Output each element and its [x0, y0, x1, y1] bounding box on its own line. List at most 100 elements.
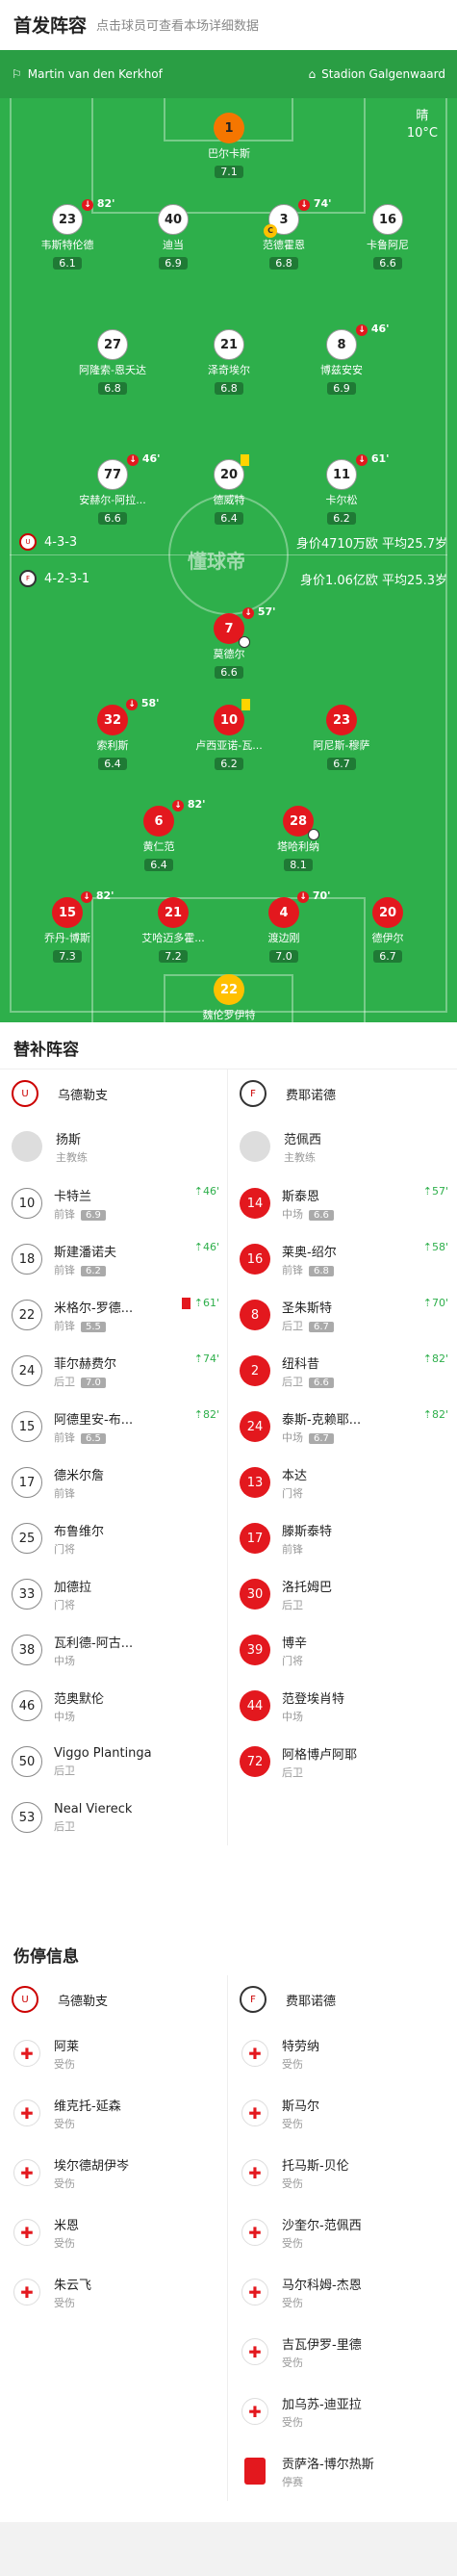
sub-player-row[interactable]: 33 加德拉 门将: [0, 1566, 227, 1622]
injury-row[interactable]: ✚ 埃尔德胡伊岑 受伤: [0, 2143, 227, 2202]
sub-player-row[interactable]: 24 菲尔赫费尔 后卫 7.0 ⇡74': [0, 1343, 227, 1399]
home-player[interactable]: 27 阿隆索-恩夭达 6.8: [69, 329, 156, 396]
sub-on-time: ⇡46': [193, 1241, 219, 1253]
player-rating: 6.9: [81, 1209, 106, 1221]
away-player[interactable]: 15 ↓ 82' 乔丹-博斯 7.3: [24, 889, 114, 964]
sub-player-row[interactable]: 18 斯建潘诺夫 前锋 6.2 ⇡46': [0, 1231, 227, 1287]
injury-row[interactable]: ✚ 马尔科姆-杰恩 受伤: [228, 2262, 456, 2322]
sub-player-row[interactable]: 14 斯泰恩 中场 6.6 ⇡57': [228, 1175, 456, 1231]
away-player[interactable]: 21 艾哈迈多霍... 7.2: [130, 897, 216, 964]
away-player[interactable]: 6 ↓ 82' 黄仁范 6.4: [115, 798, 206, 872]
sub-on-time: ⇡74': [193, 1352, 219, 1365]
injury-row[interactable]: ✚ 托马斯-贝伦 受伤: [228, 2143, 456, 2202]
away-coach-row[interactable]: 范佩西 主教练: [228, 1118, 456, 1175]
injury-status: 受伤: [54, 2117, 75, 2130]
home-team-value: 身价4710万欧 平均25.7岁: [295, 537, 447, 552]
player-number: 46: [12, 1690, 42, 1721]
sub-player-row[interactable]: 44 范登埃肖特 中场: [228, 1678, 456, 1734]
sub-player-row[interactable]: 2 纽科昔 后卫 6.6 ⇡82': [228, 1343, 456, 1399]
injury-status: 受伤: [54, 2057, 75, 2071]
home-player[interactable]: 20 德威特 6.4: [186, 454, 272, 526]
sub-player-row[interactable]: 46 范奥默伦 中场: [0, 1678, 227, 1734]
player-name: 沙奎尔-范佩西: [282, 2218, 362, 2233]
sub-player-row[interactable]: 17 滕斯泰特 前锋: [228, 1510, 456, 1566]
away-player[interactable]: 10 卢西亚诺-瓦... 6.2: [186, 699, 272, 771]
sub-player-row[interactable]: 72 阿格博卢阿耶 后卫: [228, 1734, 456, 1790]
away-player[interactable]: 7 ↓ 57' 莫德尔 6.6: [186, 605, 276, 680]
home-subs-column: U 乌德勒支 扬斯 主教练 10 卡特兰 前锋 6.9 ⇡46' 18 斯建潘诺夫 前锋 6.2 ⇡4…: [0, 1069, 228, 1845]
sub-player-row[interactable]: 53 Neal Viereck 后卫: [0, 1790, 227, 1845]
injury-row[interactable]: ✚ 朱云飞 受伤: [0, 2262, 227, 2322]
home-player[interactable]: 77 ↓ 46' 安赫尔-阿拉... 6.6: [69, 452, 161, 526]
player-rating: 6.6: [373, 257, 402, 270]
home-player[interactable]: 40 迪当 6.9: [130, 204, 216, 270]
sub-on-icon: ⇡: [193, 1241, 203, 1253]
player-rating: 6.9: [327, 382, 356, 395]
sub-player-row[interactable]: 38 瓦利德-阿古... 中场: [0, 1622, 227, 1678]
player-name: 瓦利德-阿古...: [54, 1636, 134, 1651]
player-number: 8 ↓ 46': [326, 322, 390, 360]
medical-kit-icon: ✚: [241, 2398, 268, 2425]
sub-player-row[interactable]: 17 德米尔詹 前锋: [0, 1455, 227, 1510]
home-player[interactable]: 16 卡鲁阿尼 6.6: [344, 204, 431, 270]
player-name: 莱奥-绍尔: [282, 1245, 337, 1260]
away-player[interactable]: 32 ↓ 58' 索利斯 6.4: [69, 697, 160, 771]
player-name: 安赫尔-阿拉...: [79, 494, 146, 506]
player-number: 15 ↓ 82': [52, 889, 114, 928]
injury-row[interactable]: 贡萨洛-博尔热斯 停赛: [228, 2441, 456, 2501]
sub-player-row[interactable]: 50 Viggo Plantinga 后卫: [0, 1734, 227, 1790]
home-player[interactable]: 21 泽奇埃尔 6.8: [186, 329, 272, 396]
player-number: 30: [240, 1579, 270, 1610]
stadium-icon: ⌂: [308, 67, 317, 81]
away-player[interactable]: 23 阿尼斯-穆萨 6.7: [298, 705, 385, 771]
home-formation-label: 4-3-3: [44, 534, 78, 550]
sub-on-icon: ⇡: [422, 1408, 432, 1421]
sub-player-row[interactable]: 39 博辛 门将: [228, 1622, 456, 1678]
sub-player-row[interactable]: 16 莱奥-绍尔 前锋 6.8 ⇡58': [228, 1231, 456, 1287]
away-player[interactable]: 20 德伊尔 6.7: [344, 897, 431, 964]
sub-player-row[interactable]: 22 米格尔-罗德... 前锋 5.5 ⇡61': [0, 1287, 227, 1343]
sub-player-row[interactable]: 8 圣朱斯特 后卫 6.7 ⇡70': [228, 1287, 456, 1343]
away-team-row[interactable]: F 费耶诺德: [228, 1975, 456, 2023]
home-player[interactable]: 11 ↓ 61' 卡尔松 6.2: [298, 452, 390, 526]
player-info: 斯建潘诺夫 前锋 6.2: [54, 1242, 116, 1277]
injury-row[interactable]: ✚ 阿莱 受伤: [0, 2023, 227, 2083]
injury-row[interactable]: ✚ 维克托-延森 受伤: [0, 2083, 227, 2143]
player-name: 维克托-延森: [54, 2099, 121, 2114]
home-team-row[interactable]: U 乌德勒支: [0, 1069, 227, 1118]
sub-player-row[interactable]: 24 泰斯-克赖耶... 中场 6.7 ⇡82': [228, 1399, 456, 1455]
player-number: 40: [158, 204, 189, 235]
player-name: 马尔科姆-杰恩: [282, 2278, 362, 2293]
injury-row[interactable]: ✚ 加乌苏-迪亚拉 受伤: [228, 2382, 456, 2441]
sub-player-row[interactable]: 25 布鲁维尔 门将: [0, 1510, 227, 1566]
injury-row[interactable]: ✚ 米恩 受伤: [0, 2202, 227, 2262]
home-player[interactable]: 3 C ↓ 74' 范德霍恩 6.8: [241, 197, 332, 270]
home-player[interactable]: 8 ↓ 46' 博兹安安 6.9: [298, 322, 390, 396]
player-info: 德米尔詹 前锋: [54, 1465, 104, 1501]
away-player[interactable]: 28 塔哈利纳 8.1: [255, 806, 342, 872]
player-position: 前锋: [54, 1486, 75, 1500]
away-player[interactable]: 4 ↓ 70' 渡边刚 7.0: [241, 889, 331, 964]
sub-player-row[interactable]: 15 阿德里安-布... 前锋 6.5 ⇡82': [0, 1399, 227, 1455]
injury-row[interactable]: ✚ 吉瓦伊罗-里德 受伤: [228, 2322, 456, 2382]
player-name: 洛托姆巴: [282, 1580, 333, 1595]
away-team-row[interactable]: F 费耶诺德: [228, 1069, 456, 1118]
player-name: Neal Viereck: [54, 1801, 133, 1816]
injury-row[interactable]: ✚ 特劳纳 受伤: [228, 2023, 456, 2083]
sub-player-row[interactable]: 30 洛托姆巴 后卫: [228, 1566, 456, 1622]
player-rating: 6.8: [309, 1265, 334, 1276]
injury-row[interactable]: ✚ 沙奎尔-范佩西 受伤: [228, 2202, 456, 2262]
injury-row[interactable]: ✚ 斯马尔 受伤: [228, 2083, 456, 2143]
player-number: 18: [12, 1244, 42, 1275]
sub-player-row[interactable]: 10 卡特兰 前锋 6.9 ⇡46': [0, 1175, 227, 1231]
home-player[interactable]: 1 巴尔卡斯 7.1: [186, 113, 272, 179]
away-player[interactable]: 22魏伦罗伊特★ 8.7: [186, 974, 272, 1022]
home-coach-row[interactable]: 扬斯 主教练: [0, 1118, 227, 1175]
weather-info: 晴 10°C: [407, 108, 438, 142]
injury-info: 米恩 受伤: [54, 2215, 79, 2251]
home-team-row[interactable]: U 乌德勒支: [0, 1975, 227, 2023]
player-name: 德伊尔: [371, 932, 404, 944]
injury-info: 特劳纳 受伤: [282, 2036, 319, 2072]
home-player[interactable]: 23 ↓ 82' 韦斯特伦德 6.1: [24, 197, 115, 270]
sub-player-row[interactable]: 13 本达 门将: [228, 1455, 456, 1510]
